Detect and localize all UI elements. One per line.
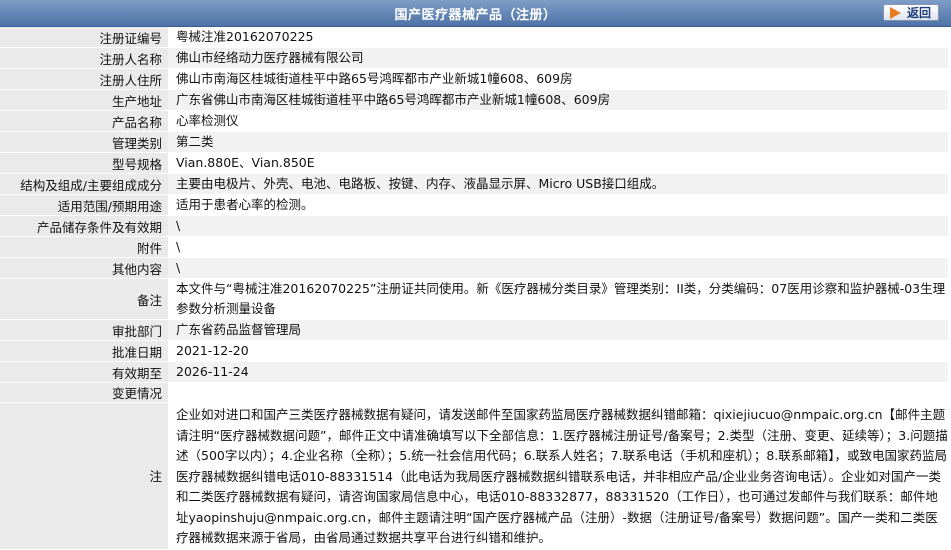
back-button[interactable]: 返回	[883, 4, 939, 21]
row-label: 附件	[0, 236, 168, 258]
row-value	[168, 382, 948, 403]
page-header: 国产医疗器械产品（注册） 返回	[0, 0, 951, 27]
row-label: 注册证编号	[0, 27, 168, 48]
row-label: 产品名称	[0, 110, 168, 132]
row-value: 广东省药品监督管理局	[168, 319, 948, 341]
row-value: \	[168, 215, 948, 237]
row-label: 备注	[0, 278, 168, 320]
note-text: 企业如对进口和国产三类医疗器械数据有疑问，请发送邮件至国家药监局医疗器械数据纠错…	[176, 407, 948, 545]
table-row: 审批部门 广东省药品监督管理局	[0, 319, 948, 341]
row-value: Vian.880E、Vian.850E	[168, 152, 948, 174]
row-label: 审批部门	[0, 319, 168, 341]
row-value: 心率检测仪	[168, 110, 948, 132]
table-row: 附件 \	[0, 236, 948, 258]
row-value: \	[168, 257, 948, 279]
row-label: 适用范围/预期用途	[0, 194, 168, 216]
row-label: 管理类别	[0, 131, 168, 153]
row-value: 主要由电极片、外壳、电池、电路板、按键、内存、液晶显示屏、Micro USB接口…	[168, 173, 948, 195]
note-label: 注	[0, 402, 168, 550]
table-row: 型号规格 Vian.880E、Vian.850E	[0, 152, 948, 174]
arrow-right-icon	[890, 7, 901, 19]
table-row: 产品名称 心率检测仪	[0, 110, 948, 132]
row-value: 佛山市南海区桂城街道桂平中路65号鸿晖都市产业新城1幢608、609房	[168, 68, 948, 90]
table-row: 结构及组成/主要组成成分 主要由电极片、外壳、电池、电路板、按键、内存、液晶显示…	[0, 173, 948, 195]
back-button-label: 返回	[907, 6, 932, 20]
row-value: 适用于患者心率的检测。	[168, 194, 948, 216]
table-row: 管理类别 第二类	[0, 131, 948, 153]
row-value: 第二类	[168, 131, 948, 153]
row-label: 变更情况	[0, 382, 168, 403]
row-label: 有效期至	[0, 361, 168, 383]
row-value: 2026-11-24	[168, 361, 948, 383]
row-value: 粤械注准20162070225	[168, 27, 948, 48]
row-label: 注册人住所	[0, 68, 168, 90]
table-row: 生产地址 广东省佛山市南海区桂城街道桂平中路65号鸿晖都市产业新城1幢608、6…	[0, 89, 948, 111]
detail-table: 注册证编号 粤械注准20162070225 注册人名称 佛山市经络动力医疗器械有…	[0, 27, 948, 550]
row-value: 佛山市经络动力医疗器械有限公司	[168, 47, 948, 69]
table-row: 备注 本文件与“粤械注准20162070225”注册证共同使用。新《医疗器械分类…	[0, 278, 948, 320]
table-row: 批准日期 2021-12-20	[0, 340, 948, 362]
note-value: 企业如对进口和国产三类医疗器械数据有疑问，请发送邮件至国家药监局医疗器械数据纠错…	[168, 402, 948, 550]
page-title: 国产医疗器械产品（注册）	[394, 8, 557, 23]
row-value: \	[168, 236, 948, 258]
table-row: 其他内容 \	[0, 257, 948, 279]
table-row: 适用范围/预期用途 适用于患者心率的检测。	[0, 194, 948, 216]
table-row: 有效期至 2026-11-24	[0, 361, 948, 383]
table-row: 注册证编号 粤械注准20162070225	[0, 27, 948, 48]
row-label: 结构及组成/主要组成成分	[0, 173, 168, 195]
row-label: 注册人名称	[0, 47, 168, 69]
table-row: 注 企业如对进口和国产三类医疗器械数据有疑问，请发送邮件至国家药监局医疗器械数据…	[0, 402, 948, 550]
table-row: 注册人名称 佛山市经络动力医疗器械有限公司	[0, 47, 948, 69]
row-label: 生产地址	[0, 89, 168, 111]
row-label: 批准日期	[0, 340, 168, 362]
table-row: 变更情况	[0, 382, 948, 403]
table-row: 注册人住所 佛山市南海区桂城街道桂平中路65号鸿晖都市产业新城1幢608、609…	[0, 68, 948, 90]
row-value: 本文件与“粤械注准20162070225”注册证共同使用。新《医疗器械分类目录》…	[168, 278, 948, 320]
row-label: 产品储存条件及有效期	[0, 215, 168, 237]
row-value: 2021-12-20	[168, 340, 948, 362]
row-value: 广东省佛山市南海区桂城街道桂平中路65号鸿晖都市产业新城1幢608、609房	[168, 89, 948, 111]
row-label: 型号规格	[0, 152, 168, 174]
row-label: 其他内容	[0, 257, 168, 279]
table-row: 产品储存条件及有效期 \	[0, 215, 948, 237]
